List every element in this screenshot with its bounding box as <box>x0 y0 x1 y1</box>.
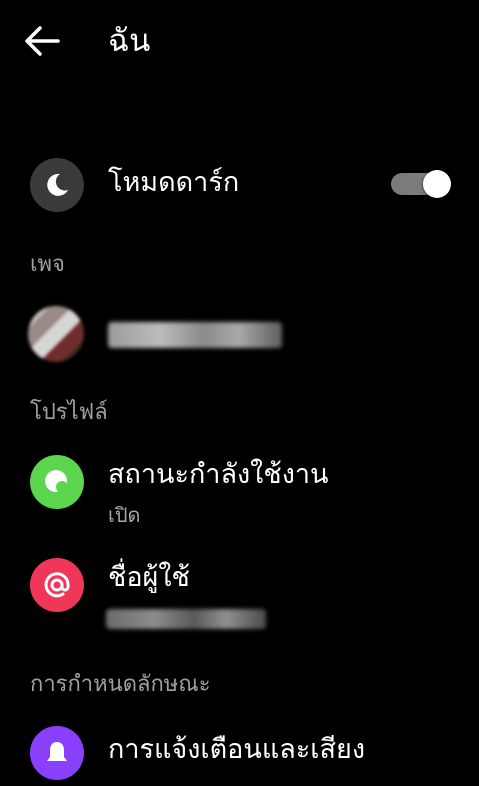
bell-icon <box>30 726 84 780</box>
section-page-header: เพจ <box>30 252 65 277</box>
page-title: ฉัน <box>108 23 151 59</box>
active-status-icon <box>30 455 84 509</box>
notifications-row[interactable]: การแจ้งเตือนและเสียง <box>0 726 479 786</box>
active-status-value: เปิด <box>108 503 141 527</box>
page-avatar <box>28 306 84 362</box>
header: ฉัน <box>0 0 479 84</box>
username-label: ชื่อผู้ใช้ <box>108 562 190 593</box>
active-status-row[interactable]: สถานะกำลังใช้งาน เปิด <box>0 455 479 527</box>
page-name-redacted <box>108 322 282 348</box>
username-value-redacted <box>106 609 266 629</box>
active-status-label: สถานะกำลังใช้งาน <box>108 459 329 490</box>
moon-icon <box>30 158 84 212</box>
dark-mode-label: โหมดดาร์ก <box>108 167 240 198</box>
section-profile-header: โปรไฟล์ <box>30 400 108 425</box>
section-preferences-header: การกำหนดลักษณะ <box>30 672 211 697</box>
notifications-label: การแจ้งเตือนและเสียง <box>108 734 366 765</box>
back-arrow-icon[interactable] <box>22 24 62 58</box>
at-sign-icon <box>30 558 84 612</box>
dark-mode-toggle[interactable] <box>391 170 451 198</box>
